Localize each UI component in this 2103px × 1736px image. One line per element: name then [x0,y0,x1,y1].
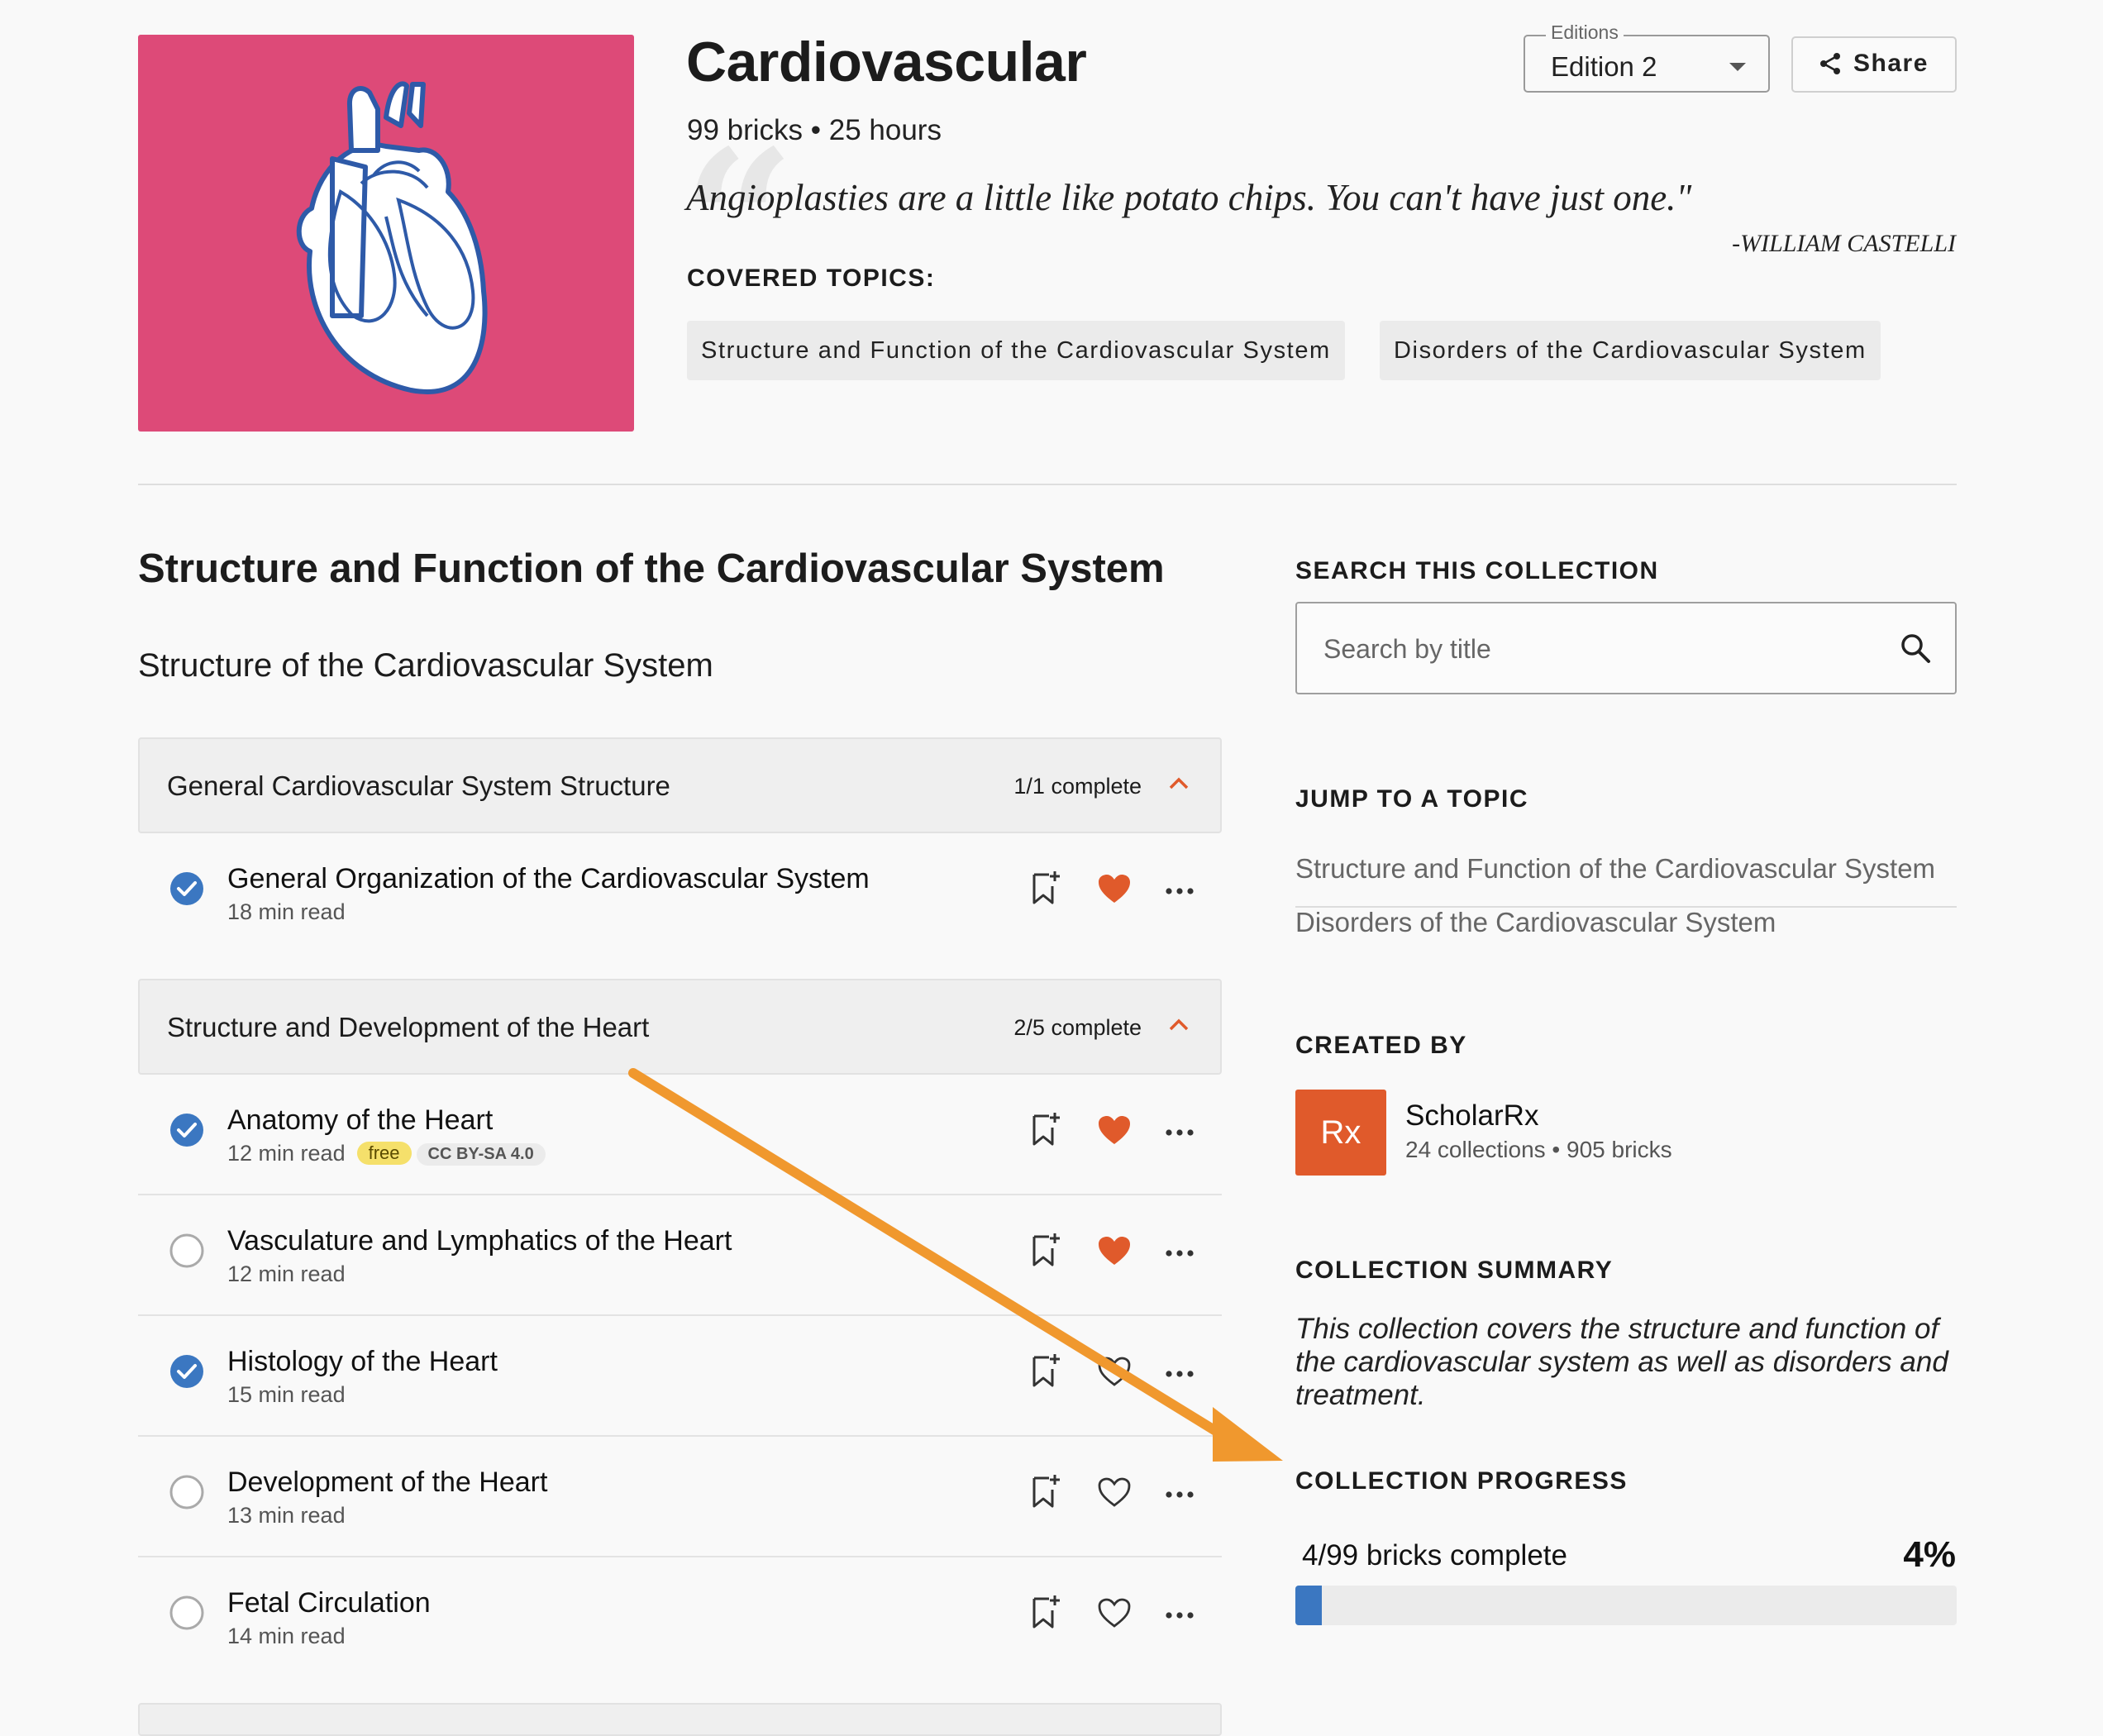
completed-check-icon[interactable] [169,871,204,906]
section-title: Structure and Function of the Cardiovasc… [138,546,1165,591]
heart-outline-icon[interactable] [1097,1597,1132,1629]
brick-row[interactable]: Development of the Heart 13 min read [138,1437,1222,1557]
completed-check-icon[interactable] [169,1113,204,1147]
more-options-icon[interactable] [1166,1371,1194,1377]
collection-cover-image [138,35,634,432]
chevron-up-icon[interactable] [1169,1017,1189,1032]
topic-group-title: General Cardiovascular System Structure [167,770,670,801]
heart-outline-icon[interactable] [1097,1356,1132,1387]
brick-row[interactable]: Histology of the Heart 15 min read [138,1316,1222,1437]
brick-row[interactable]: Anatomy of the Heart 12 min read free CC B… [138,1075,1222,1195]
heart-filled-icon[interactable] [1097,1114,1132,1146]
bookmark-add-icon[interactable] [1031,1232,1061,1268]
brick-title[interactable]: General Organization of the Cardiovascul… [227,863,870,895]
heart-filled-icon[interactable] [1097,1235,1132,1266]
collection-summary-label: COLLECTION SUMMARY [1295,1257,1614,1284]
more-options-icon[interactable] [1166,888,1194,894]
topic-group-progress: 1/1 complete [1013,774,1142,799]
topic-group-header[interactable] [138,1703,1222,1736]
free-badge: free [356,1142,412,1165]
covered-topic-chip[interactable]: Disorders of the Cardiovascular System [1380,321,1881,380]
collection-progress-label: COLLECTION PROGRESS [1295,1467,1628,1495]
creator-avatar[interactable]: Rx [1295,1090,1386,1176]
bookmark-add-icon[interactable] [1031,870,1061,906]
creator-name[interactable]: ScholarRx [1405,1099,1538,1133]
collection-quote: Angioplasties are a little like potato c… [686,177,1692,218]
search-input[interactable] [1322,628,1862,670]
topic-group-title: Structure and Development of the Heart [167,1012,650,1042]
brick-row[interactable]: Fetal Circulation 14 min read [138,1557,1222,1678]
license-badge: CC BY-SA 4.0 [416,1143,546,1166]
brick-title[interactable]: Vasculature and Lymphatics of the Heart [227,1225,732,1257]
covered-topics-label: COVERED TOPICS: [687,265,936,292]
more-options-icon[interactable] [1166,1250,1194,1257]
caret-down-icon[interactable] [1729,63,1746,71]
search-box[interactable] [1295,602,1957,694]
quote-mark-icon: “ [681,107,796,340]
bookmark-add-icon[interactable] [1031,1594,1061,1630]
editions-value[interactable]: Edition 2 [1551,51,1657,83]
collection-title: Cardiovascular [686,31,1087,93]
progress-bar [1295,1586,1957,1625]
heart-filled-icon[interactable] [1097,873,1132,904]
brick-title[interactable]: Development of the Heart [227,1467,547,1499]
brick-read-time: 14 min read [227,1624,346,1648]
bookmark-add-icon[interactable] [1031,1111,1061,1147]
brick-meta: 12 min read free CC BY-SA 4.0 [227,1141,546,1166]
heart-anatomy-icon [296,81,488,394]
covered-topic-chip[interactable]: Structure and Function of the Cardiovasc… [687,321,1345,380]
incomplete-circle-icon[interactable] [169,1595,204,1630]
brick-row[interactable]: Vasculature and Lymphatics of the Heart … [138,1195,1222,1316]
progress-count: 4/99 bricks complete [1302,1539,1567,1571]
topic-group-progress: 2/5 complete [1013,1015,1142,1040]
more-options-icon[interactable] [1166,1491,1194,1498]
jump-link[interactable]: Structure and Function of the Cardiovasc… [1295,853,1957,908]
progress-bar-fill [1295,1586,1322,1625]
share-icon[interactable] [1819,52,1842,75]
jump-to-topic-label: JUMP TO A TOPIC [1295,785,1528,813]
bookmark-add-icon[interactable] [1031,1473,1061,1509]
brick-read-time: 13 min read [227,1503,346,1528]
search-icon[interactable] [1899,632,1932,665]
subsection-title: Structure of the Cardiovascular System [138,647,713,684]
incomplete-circle-icon[interactable] [169,1233,204,1268]
created-by-label: CREATED BY [1295,1032,1467,1059]
completed-check-icon[interactable] [169,1354,204,1389]
brick-read-time: 12 min read [227,1261,346,1286]
more-options-icon[interactable] [1166,1129,1194,1136]
more-options-icon[interactable] [1166,1612,1194,1619]
brick-title[interactable]: Histology of the Heart [227,1346,498,1378]
collection-summary-text: This collection covers the structure and… [1295,1313,1948,1411]
heart-outline-icon[interactable] [1097,1476,1132,1508]
brick-read-time: 18 min read [227,899,346,924]
topic-group-header[interactable]: General Cardiovascular System Structure … [138,737,1222,833]
chevron-up-icon[interactable] [1169,775,1189,790]
brick-title[interactable]: Fetal Circulation [227,1587,431,1619]
header-divider [138,484,1957,485]
creator-meta: 24 collections • 905 bricks [1405,1137,1672,1162]
progress-percent: 4% [1903,1534,1956,1575]
editions-label: Editions [1546,21,1624,44]
topic-group-header[interactable]: Structure and Development of the Heart 2… [138,979,1222,1075]
incomplete-circle-icon[interactable] [169,1475,204,1509]
brick-read-time: 12 min read [227,1141,346,1166]
brick-row[interactable]: General Organization of the Cardiovascul… [138,833,1222,954]
brick-title[interactable]: Anatomy of the Heart [227,1104,493,1137]
bookmark-add-icon[interactable] [1031,1352,1061,1389]
search-label: SEARCH THIS COLLECTION [1295,557,1659,584]
share-label[interactable]: Share [1853,50,1929,78]
quote-author: -WILLIAM CASTELLI [1732,230,1956,257]
jump-link[interactable]: Disorders of the Cardiovascular System [1295,907,1957,960]
brick-read-time: 15 min read [227,1382,346,1407]
